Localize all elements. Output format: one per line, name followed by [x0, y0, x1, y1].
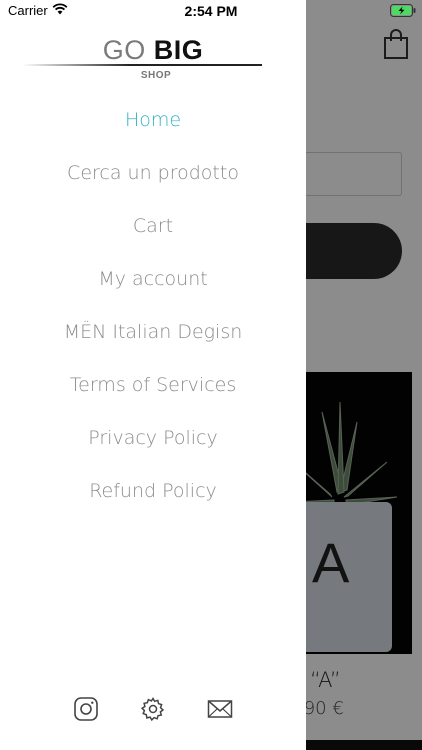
menu-item-home[interactable]: Home — [0, 106, 306, 159]
instagram-icon[interactable] — [73, 696, 99, 722]
menu-item-refund-policy[interactable]: Refund Policy — [0, 477, 306, 530]
menu-item-terms-of-services[interactable]: Terms of Services — [0, 371, 306, 424]
logo-divider — [22, 64, 262, 66]
side-drawer: GO BIG SHOP Home Cerca un prodotto Cart … — [0, 0, 306, 750]
menu-item-men-italian-design[interactable]: MËN Italian Degisn — [0, 318, 306, 371]
drawer-menu: Home Cerca un prodotto Cart My account M… — [0, 106, 306, 530]
logo-big-text: BIG — [153, 35, 204, 65]
gear-icon[interactable] — [140, 696, 166, 722]
logo-go-text: GO — [102, 35, 146, 65]
clock: 2:54 PM — [184, 3, 238, 19]
drawer-footer — [0, 696, 306, 726]
menu-item-cart[interactable]: Cart — [0, 212, 306, 265]
status-bar: Carrier 2:54 PM — [0, 0, 422, 22]
menu-item-my-account[interactable]: My account — [0, 265, 306, 318]
gobig-logo: GO BIG — [0, 36, 306, 64]
battery-charging-icon — [390, 4, 416, 17]
menu-item-privacy-policy[interactable]: Privacy Policy — [0, 424, 306, 477]
logo-sub-text: SHOP — [140, 70, 172, 81]
mail-icon[interactable] — [207, 696, 233, 722]
menu-item-search-product[interactable]: Cerca un prodotto — [0, 159, 306, 212]
